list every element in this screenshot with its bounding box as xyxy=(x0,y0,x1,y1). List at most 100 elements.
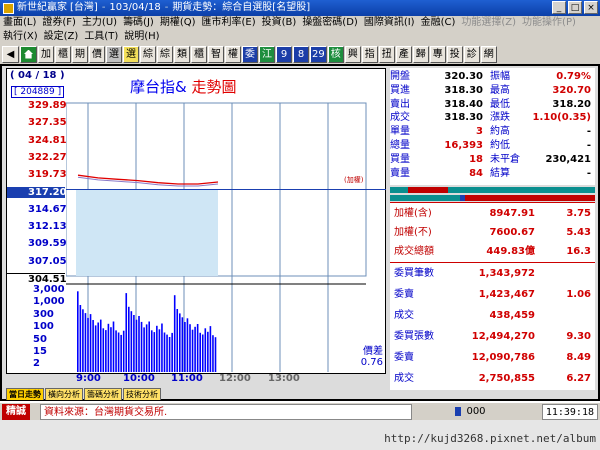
title-separator: - xyxy=(101,2,106,13)
toolbar-button[interactable]: 診 xyxy=(463,45,480,63)
stats-value: 12,494,270 xyxy=(471,331,535,342)
volume-bar xyxy=(84,313,87,372)
stats-value: 2,750,855 xyxy=(478,373,535,384)
volume-bar xyxy=(117,332,120,372)
menu-item[interactable]: 期權(Q) xyxy=(157,16,199,30)
menu-item[interactable]: 證券(F) xyxy=(39,16,79,30)
volume-bar xyxy=(176,309,179,372)
menu-item[interactable]: 畫面(L) xyxy=(0,16,39,30)
toolbar-button[interactable]: 綜 xyxy=(157,45,173,63)
menu-bar-primary: 畫面(L) 證券(F) 主力(U) 籌碼(J) 期權(Q) 匯市利率(E) 投資(B) 操盤密… xyxy=(0,16,600,30)
toolbar-button[interactable]: 價 xyxy=(89,45,105,63)
time-tick-label: 11:00 xyxy=(171,373,203,384)
toolbar-button[interactable]: 櫃 xyxy=(191,45,207,63)
toolbar-button[interactable]: 期 xyxy=(72,45,88,63)
minimize-icon[interactable]: _ xyxy=(552,1,566,14)
index-label: 加權(含) xyxy=(394,208,432,219)
toolbar-button[interactable]: 投 xyxy=(446,45,463,63)
home-icon[interactable] xyxy=(20,45,37,63)
index-label: 成交總額 xyxy=(394,246,434,257)
toolbar-button[interactable]: 歸 xyxy=(412,45,429,63)
volume-bar xyxy=(207,331,209,372)
volume-bar xyxy=(145,324,148,372)
quote-label: 約高 xyxy=(490,126,510,138)
menu-item[interactable]: 設定(Z) xyxy=(41,30,82,44)
menu-item[interactable]: 操盤密碼(D) xyxy=(299,16,361,30)
toolbar-button[interactable]: 加 xyxy=(38,45,54,63)
toolbar-button[interactable]: 9 xyxy=(276,45,292,63)
analysis-tab[interactable]: 橫向分析 xyxy=(45,388,83,400)
toolbar-button[interactable]: 產 xyxy=(395,45,412,63)
quote-value: 318.30 xyxy=(444,84,483,96)
quote-row: 賣量 84 結算 - xyxy=(390,167,595,180)
chart-date: ( 04 / 18 ) xyxy=(10,70,65,81)
toolbar-button[interactable]: 委 xyxy=(242,45,258,63)
toolbar-button[interactable]: 櫃 xyxy=(55,45,71,63)
close-icon[interactable]: × xyxy=(584,1,598,14)
app-window: 新世紀贏家 [台灣] - 103/04/18 - 期貨走勢：綜合自選股[名望股]… xyxy=(0,0,600,450)
analysis-tab[interactable]: 籌碼分析 xyxy=(84,388,122,400)
menu-item[interactable]: 工具(T) xyxy=(81,30,121,44)
quote-label: 買進 xyxy=(390,84,410,96)
menu-item[interactable]: 執行(X) xyxy=(0,30,41,44)
status-counter: 000 xyxy=(466,406,486,417)
volume-bar xyxy=(173,295,176,372)
status-bar: 精誠 資料來源：台灣期貨交易所. 000 11:39:18 xyxy=(0,402,600,420)
menu-item[interactable]: 國際資訊(I) xyxy=(361,16,418,30)
ratio-segment xyxy=(460,187,595,193)
toolbar-button[interactable]: 類 xyxy=(174,45,190,63)
volume-tick-label: 1,000 xyxy=(33,296,65,308)
toolbar-button[interactable]: 智 xyxy=(208,45,224,63)
quote-label: 買量 xyxy=(390,153,410,165)
menu-bar-secondary: 執行(X) 設定(Z) 工具(T) 說明(H) xyxy=(0,30,600,44)
toolbar-button[interactable]: 扭 xyxy=(378,45,395,63)
order-stats-panel: 委買筆數 1,343,972 委賣 1,423,467 1.06 成交 438,459 委買張… xyxy=(390,262,595,390)
toolbar-button[interactable]: 29 xyxy=(310,45,327,63)
menu-item[interactable]: 投資(B) xyxy=(259,16,300,30)
price-tick-label: 322.27 xyxy=(28,151,67,163)
quote-value: 230,421 xyxy=(545,153,591,165)
menu-item[interactable]: 匯市利率(E) xyxy=(199,16,259,30)
back-icon[interactable]: ◀ xyxy=(2,45,19,63)
stats-row: 委賣 12,090,786 8.49 xyxy=(390,349,595,367)
window-controls: _ □ × xyxy=(552,1,598,14)
menu-item[interactable]: 說明(H) xyxy=(121,30,162,44)
volume-bar xyxy=(133,315,135,372)
toolbar-button[interactable]: 選 xyxy=(123,45,139,63)
stats-label: 委買筆數 xyxy=(394,268,434,279)
toolbar-button[interactable]: 選 xyxy=(106,45,122,63)
menu-item[interactable]: 功能選擇(Z) xyxy=(458,16,519,30)
stats-value: 438,459 xyxy=(489,310,535,321)
volume-bar xyxy=(128,306,130,372)
toolbar-button[interactable]: 8 xyxy=(293,45,309,63)
quote-label: 最高 xyxy=(490,84,510,96)
data-source: 資料來源：台灣期貨交易所. xyxy=(40,404,412,420)
toolbar-button[interactable]: 網 xyxy=(480,45,497,63)
menu-item[interactable]: 籌碼(J) xyxy=(120,16,157,30)
toolbar-button[interactable]: 權 xyxy=(225,45,241,63)
menu-item[interactable]: 金融(C) xyxy=(418,16,459,30)
volume-bar xyxy=(156,325,158,372)
volume-bar xyxy=(168,337,171,372)
toolbar-button[interactable]: 專 xyxy=(429,45,446,63)
menu-item[interactable]: 主力(U) xyxy=(79,16,120,30)
volume-bar xyxy=(77,291,79,372)
index-change: 16.3 xyxy=(566,246,591,257)
quote-row: 買進 318.30 最高 320.70 xyxy=(390,84,595,97)
toolbar-button[interactable]: 綜 xyxy=(140,45,156,63)
toolbar-button[interactable]: 核 xyxy=(327,45,344,63)
menu-item[interactable]: 功能操作(P) xyxy=(519,16,579,30)
volume-bar xyxy=(161,323,163,372)
analysis-tab[interactable]: 技術分析 xyxy=(123,388,161,400)
intraday-plot[interactable] xyxy=(66,72,386,374)
quote-label: 賣出 xyxy=(390,98,410,110)
maximize-icon[interactable]: □ xyxy=(568,1,582,14)
analysis-tab[interactable]: 當日走勢 xyxy=(6,388,44,400)
toolbar-button[interactable]: 興 xyxy=(344,45,361,63)
quote-value: - xyxy=(586,140,591,151)
price-tick-label: 329.89 xyxy=(28,100,67,111)
volume-bar xyxy=(112,321,115,372)
toolbar-button[interactable]: 江 xyxy=(259,45,275,63)
volume-tick-label: 2 xyxy=(33,358,40,370)
toolbar-button[interactable]: 指 xyxy=(361,45,378,63)
